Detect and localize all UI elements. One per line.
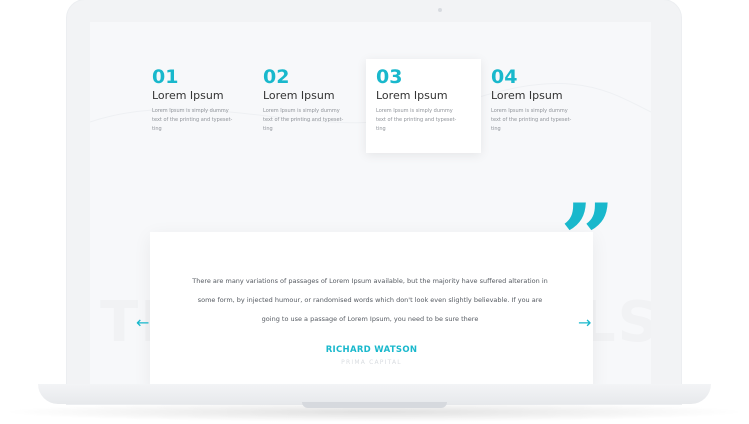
step-02: 02 Lorem Ipsum Lorem Ipsum is simply dum… — [263, 67, 378, 134]
laptop-base — [0, 384, 749, 424]
arrow-right-icon[interactable]: → — [578, 315, 591, 331]
testimonial-author: RICHARD WATSON — [325, 345, 418, 355]
arrow-left-icon[interactable]: ← — [136, 315, 149, 331]
base-body — [38, 384, 711, 404]
step-number: 02 — [263, 66, 290, 88]
step-title: Lorem Ipsum — [263, 89, 335, 102]
base-notch — [302, 402, 447, 408]
step-number: 04 — [491, 66, 518, 88]
step-number: 03 — [376, 66, 403, 88]
testimonial-card: There are many variations of passages of… — [150, 232, 593, 386]
step-description: Lorem Ipsum is simply dummy text of the … — [263, 108, 344, 132]
step-03[interactable]: 03 Lorem Ipsum Lorem Ipsum is simply dum… — [366, 59, 481, 153]
laptop-screen: 01 Lorem Ipsum Lorem Ipsum is simply dum… — [90, 22, 651, 386]
step-description: Lorem Ipsum is simply dummy text of the … — [491, 108, 572, 132]
quote-icon: ” — [560, 183, 616, 296]
camera-icon — [438, 8, 442, 12]
step-title: Lorem Ipsum — [152, 89, 224, 102]
step-description: Lorem Ipsum is simply dummy text of the … — [376, 108, 457, 132]
step-title: Lorem Ipsum — [376, 89, 448, 102]
step-number: 01 — [152, 66, 179, 88]
step-04: 04 Lorem Ipsum Lorem Ipsum is simply dum… — [491, 67, 606, 134]
step-title: Lorem Ipsum — [491, 89, 563, 102]
step-01: 01 Lorem Ipsum Lorem Ipsum is simply dum… — [152, 67, 267, 134]
testimonial-quote: There are many variations of passages of… — [192, 277, 548, 323]
step-description: Lorem Ipsum is simply dummy text of the … — [152, 108, 233, 132]
testimonial-company: PRIMA CAPITAL — [341, 359, 402, 366]
